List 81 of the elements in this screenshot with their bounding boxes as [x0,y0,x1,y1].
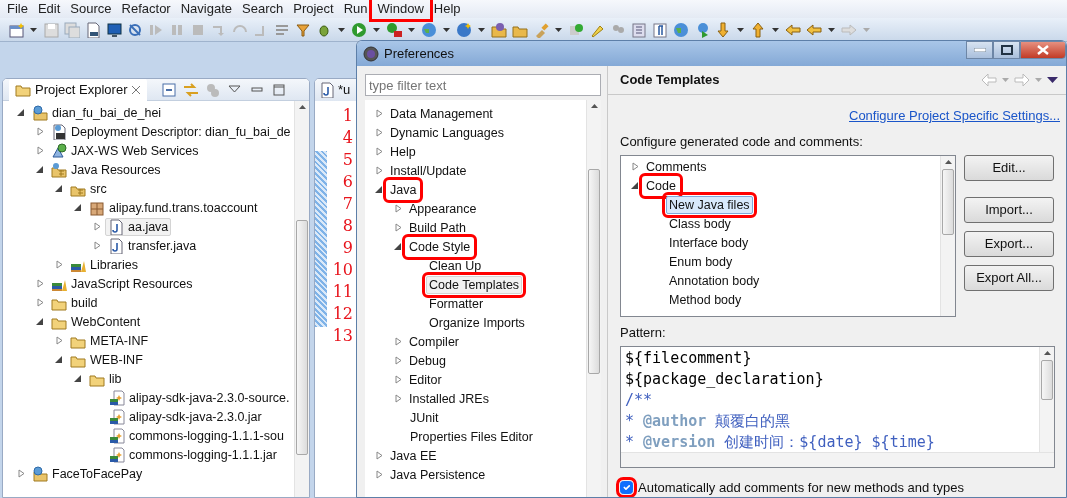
filter-field[interactable]: type filter text [365,74,601,96]
menu-item[interactable]: Refactor [116,0,176,18]
tree-item[interactable]: Formatter [426,294,487,313]
line-number: 5 [342,149,353,171]
tree-item[interactable]: lib [86,369,125,388]
tree-item[interactable]: commons-logging-1.1.1-sou [106,426,287,445]
tree-item[interactable]: Clean Up [426,256,485,275]
tree-item[interactable]: build [48,293,101,312]
line-number: 1 [342,105,353,127]
tree-item[interactable]: alipay-sdk-java-2.3.0-source. [106,388,293,407]
code-line: /** [625,389,654,411]
pattern-label: Pattern: [620,324,667,342]
window-title: Preferences [384,44,455,63]
tree-item[interactable]: META-INF [67,331,152,350]
line-number: 12 [332,303,353,325]
tree-item[interactable]: Dynamic Languages [387,123,507,142]
code-line: ${filecomment} [625,347,753,369]
tree-item[interactable]: src [67,179,110,198]
line-number: 13 [332,325,353,347]
tree-item[interactable]: Compiler [406,332,462,351]
tree-item[interactable]: Deployment Descriptor: dian_fu_bai_de [48,122,294,141]
tree-item[interactable]: Appearance [406,199,480,218]
code-line: * @author 颠覆白的黑 [625,410,792,432]
tree-item[interactable]: Method body [666,290,745,309]
menu-item[interactable]: Navigate [175,0,237,18]
tree-item[interactable]: Class body [666,214,734,233]
line-number: 7 [342,193,353,215]
menu-item[interactable]: Help [428,0,466,18]
tree-item[interactable]: Annotation body [666,271,763,290]
menu-item[interactable]: Project [288,0,339,18]
action-button[interactable]: Import... [964,197,1054,223]
tree-item[interactable]: Installed JREs [406,389,492,408]
tree-item[interactable]: JUnit [407,408,442,427]
line-number: 8 [342,215,353,237]
tree-item[interactable]: aa.java [105,217,172,236]
menu-item[interactable]: Search [237,0,289,18]
tree-item[interactable]: Debug [406,351,449,370]
tree-item[interactable]: Organize Imports [426,313,528,332]
tree-item[interactable]: commons-logging-1.1.1.jar [106,445,280,464]
line-number: 4 [342,127,353,149]
tree-item[interactable]: alipay.fund.trans.toaccount [86,198,261,217]
tree-item[interactable]: Interface body [666,233,752,252]
tree-item[interactable]: JavaScript Resources [48,274,196,293]
action-button[interactable]: Edit... [964,155,1054,181]
tree-item[interactable]: Editor [406,370,445,389]
tree-item[interactable]: Help [387,142,419,161]
tree-item[interactable]: Properties Files Editor [407,427,536,446]
tree-item[interactable]: FaceToFacePay [29,464,146,483]
tree-item[interactable]: Java Resources [48,160,164,179]
action-button[interactable]: Export... [964,231,1054,257]
pattern-editor[interactable]: ${filecomment} ${package_declaration} /** * @author 颠覆白的黑 * @version 创建时间：${date} ${time} [620,345,1055,468]
tree-item[interactable]: Java Persistence [387,465,489,484]
tree-item[interactable]: WebContent [48,312,144,331]
action-button[interactable]: Export All... [964,265,1054,291]
code-line: ${package_declaration} [625,368,825,390]
menu-item[interactable]: Run [338,0,373,18]
menu-item[interactable]: Source [65,0,117,18]
menu-item[interactable]: File [2,0,33,18]
tree-item[interactable]: Java EE [387,446,440,465]
section-label: Configure generated code and comments: [620,132,864,151]
tree-item[interactable]: Enum body [666,252,736,271]
tree-item[interactable]: Build Path [406,218,469,237]
code-line: * @version 创建时间：${date} ${time} [625,431,936,452]
line-number: 9 [342,237,353,259]
view-tab[interactable]: Project Explorer [9,79,148,102]
tree-item[interactable]: Comments [643,157,710,176]
tree-item[interactable]: Libraries [67,255,141,274]
line-number: 6 [342,171,353,193]
settings-link[interactable]: Configure Project Specific Settings... [849,106,1060,126]
checkbox-label[interactable]: Automatically add comments for new methods and types [638,477,964,497]
tree-item[interactable]: WEB-INF [67,350,146,369]
tree-item[interactable]: JAX-WS Web Services [48,141,202,160]
tree-item[interactable]: Install/Update [387,161,470,180]
line-number: 11 [332,281,353,303]
tree-item[interactable]: dian_fu_bai_de_hei [29,103,165,122]
tree-item[interactable]: Data Management [387,104,496,123]
tree-item[interactable]: transfer.java [105,236,200,255]
page-title: Code Templates [620,71,720,90]
line-number: 10 [332,259,353,281]
menu-item[interactable]: Edit [32,0,66,18]
tree-item[interactable]: alipay-sdk-java-2.3.0.jar [106,407,265,426]
